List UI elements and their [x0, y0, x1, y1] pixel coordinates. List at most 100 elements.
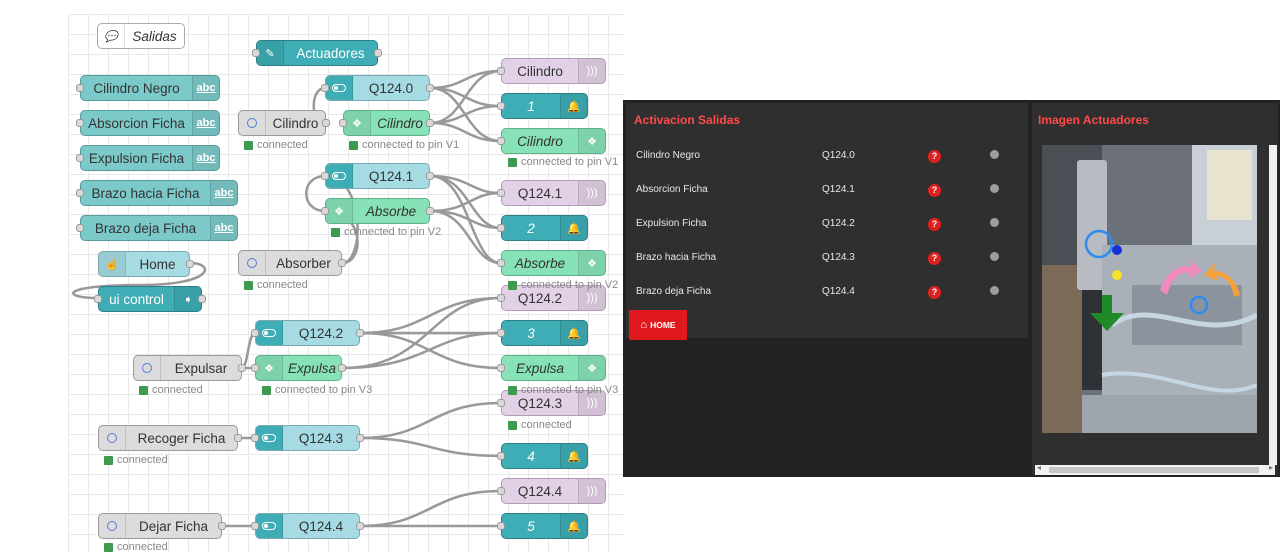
output-port[interactable]	[338, 259, 346, 267]
output-port[interactable]	[356, 522, 364, 530]
inject-node-expulsar[interactable]: Expulsar	[133, 355, 246, 381]
home-button[interactable]: ⌂ HOME	[629, 310, 687, 340]
led-indicator	[990, 150, 999, 159]
blynk-out-absorbe[interactable]: Absorbe ❖	[497, 250, 606, 276]
input-port[interactable]	[252, 49, 260, 57]
input-port[interactable]	[497, 487, 505, 495]
output-port[interactable]	[426, 207, 434, 215]
input-port[interactable]	[251, 364, 259, 372]
home-button-node[interactable]: ☝ Home	[98, 251, 194, 277]
output-port[interactable]	[186, 260, 194, 268]
input-port[interactable]	[76, 119, 84, 127]
row-address: Q124.2	[822, 218, 855, 229]
output-port[interactable]	[374, 49, 382, 57]
output-port[interactable]	[356, 329, 364, 337]
input-port[interactable]	[339, 119, 347, 127]
blynk-out-expulsa[interactable]: Expulsa ❖	[497, 355, 606, 381]
audio-label: Q124.2	[517, 290, 563, 306]
notify-node-1[interactable]: 1 🔔	[497, 93, 588, 119]
notify-node-2[interactable]: 2 🔔	[497, 215, 588, 241]
notify-node-5[interactable]: 5 🔔	[497, 513, 588, 539]
input-port[interactable]	[321, 207, 329, 215]
blynk-out-cilindro[interactable]: Cilindro ❖	[497, 128, 606, 154]
text-node-expulsion-ficha[interactable]: Expulsion Ficha abc	[76, 145, 220, 171]
output-port[interactable]	[426, 84, 434, 92]
switch-node-q124-2[interactable]: Q124.2	[251, 320, 364, 346]
status-text: connected to pin V1	[362, 139, 460, 151]
text-node-cilindro-negro[interactable]: Cilindro Negro abc	[76, 75, 220, 101]
input-port[interactable]	[497, 294, 505, 302]
notify-node-3[interactable]: 3 🔔	[497, 320, 588, 346]
inject-node-recoger-ficha[interactable]: Recoger Ficha	[98, 425, 242, 451]
audio-node-q124-4[interactable]: Q124.4 )))	[497, 478, 606, 504]
input-port[interactable]	[497, 189, 505, 197]
inject-label: Expulsar	[174, 360, 228, 376]
input-port[interactable]	[76, 189, 84, 197]
question-icon: ?	[928, 218, 941, 231]
switch-node-q124-0[interactable]: Q124.0	[321, 75, 434, 101]
vertical-scrollbar[interactable]	[1269, 145, 1277, 465]
input-port[interactable]	[94, 295, 102, 303]
switch-node-q124-1[interactable]: Q124.1	[321, 163, 434, 189]
audio-node-cilindro[interactable]: Cilindro )))	[497, 58, 606, 84]
input-port[interactable]	[251, 434, 259, 442]
scroll-left-arrow[interactable]: ◂	[1037, 463, 1041, 472]
input-port[interactable]	[497, 259, 505, 267]
ui-control-node[interactable]: ui control ➧	[94, 286, 206, 312]
input-port[interactable]	[497, 522, 505, 530]
output-port[interactable]	[322, 119, 330, 127]
input-port[interactable]	[76, 154, 84, 162]
bell-icon: 🔔	[560, 216, 587, 240]
input-port[interactable]	[497, 364, 505, 372]
blynk-write-cilindro[interactable]: ❖ Cilindro	[339, 110, 434, 136]
output-row: Expulsion Ficha Q124.2 ?	[636, 215, 1031, 235]
input-port[interactable]	[76, 224, 84, 232]
notify-node-4[interactable]: 4 🔔	[497, 443, 588, 469]
actuators-photo	[1042, 145, 1257, 433]
text-node-brazo-deja-ficha[interactable]: Brazo deja Ficha abc	[76, 215, 238, 241]
output-port[interactable]	[198, 295, 206, 303]
input-port[interactable]	[497, 102, 505, 110]
comment-node[interactable]: 💬 Salidas	[97, 23, 185, 49]
input-port[interactable]	[497, 67, 505, 75]
inject-node-dejar-ficha[interactable]: Dejar Ficha	[98, 513, 226, 539]
output-port[interactable]	[238, 364, 246, 372]
input-port[interactable]	[251, 522, 259, 530]
input-port[interactable]	[497, 137, 505, 145]
scroll-thumb[interactable]	[1049, 467, 1259, 473]
input-port[interactable]	[497, 399, 505, 407]
input-port[interactable]	[497, 224, 505, 232]
text-node-label: Brazo deja Ficha	[94, 220, 197, 236]
input-port[interactable]	[76, 84, 84, 92]
input-port[interactable]	[497, 452, 505, 460]
inject-node-absorber[interactable]: Absorber	[238, 250, 346, 276]
output-port[interactable]	[356, 434, 364, 442]
bell-icon: 🔔	[560, 514, 587, 538]
card-activacion-salidas: Activacion Salidas Cilindro Negro Q124.0…	[626, 103, 1031, 340]
output-port[interactable]	[234, 434, 242, 442]
output-port[interactable]	[218, 522, 226, 530]
switch-node-q124-4[interactable]: Q124.4	[251, 513, 364, 539]
input-port[interactable]	[497, 329, 505, 337]
output-port[interactable]	[426, 172, 434, 180]
output-port[interactable]	[338, 364, 346, 372]
audio-node-q124-1[interactable]: Q124.1 )))	[497, 180, 606, 206]
text-node-absorcion-ficha[interactable]: Absorcion Ficha abc	[76, 110, 220, 136]
output-port[interactable]	[426, 119, 434, 127]
text-node-brazo-hacia-ficha[interactable]: Brazo hacia Ficha abc	[76, 180, 238, 206]
input-port[interactable]	[251, 329, 259, 337]
blynk-label: Expulsa	[515, 360, 565, 376]
switch-node-q124-3[interactable]: Q124.3	[251, 425, 364, 451]
row-address: Q124.3	[822, 252, 855, 263]
blynk-write-expulsa[interactable]: ❖ Expulsa	[251, 355, 346, 381]
row-address: Q124.1	[822, 184, 855, 195]
input-port[interactable]	[321, 172, 329, 180]
blynk-write-absorbe[interactable]: ❖ Absorbe	[321, 198, 434, 224]
circle-icon	[239, 111, 266, 135]
horizontal-scrollbar[interactable]: ◂ ▸	[1035, 463, 1275, 475]
inject-node-cilindro[interactable]: Cilindro	[238, 110, 330, 136]
input-port[interactable]	[321, 84, 329, 92]
dashboard-panel: Activacion Salidas Cilindro Negro Q124.0…	[623, 100, 1280, 477]
link-node-actuadores[interactable]: ✎ Actuadores	[252, 40, 382, 66]
led-indicator	[990, 184, 999, 193]
